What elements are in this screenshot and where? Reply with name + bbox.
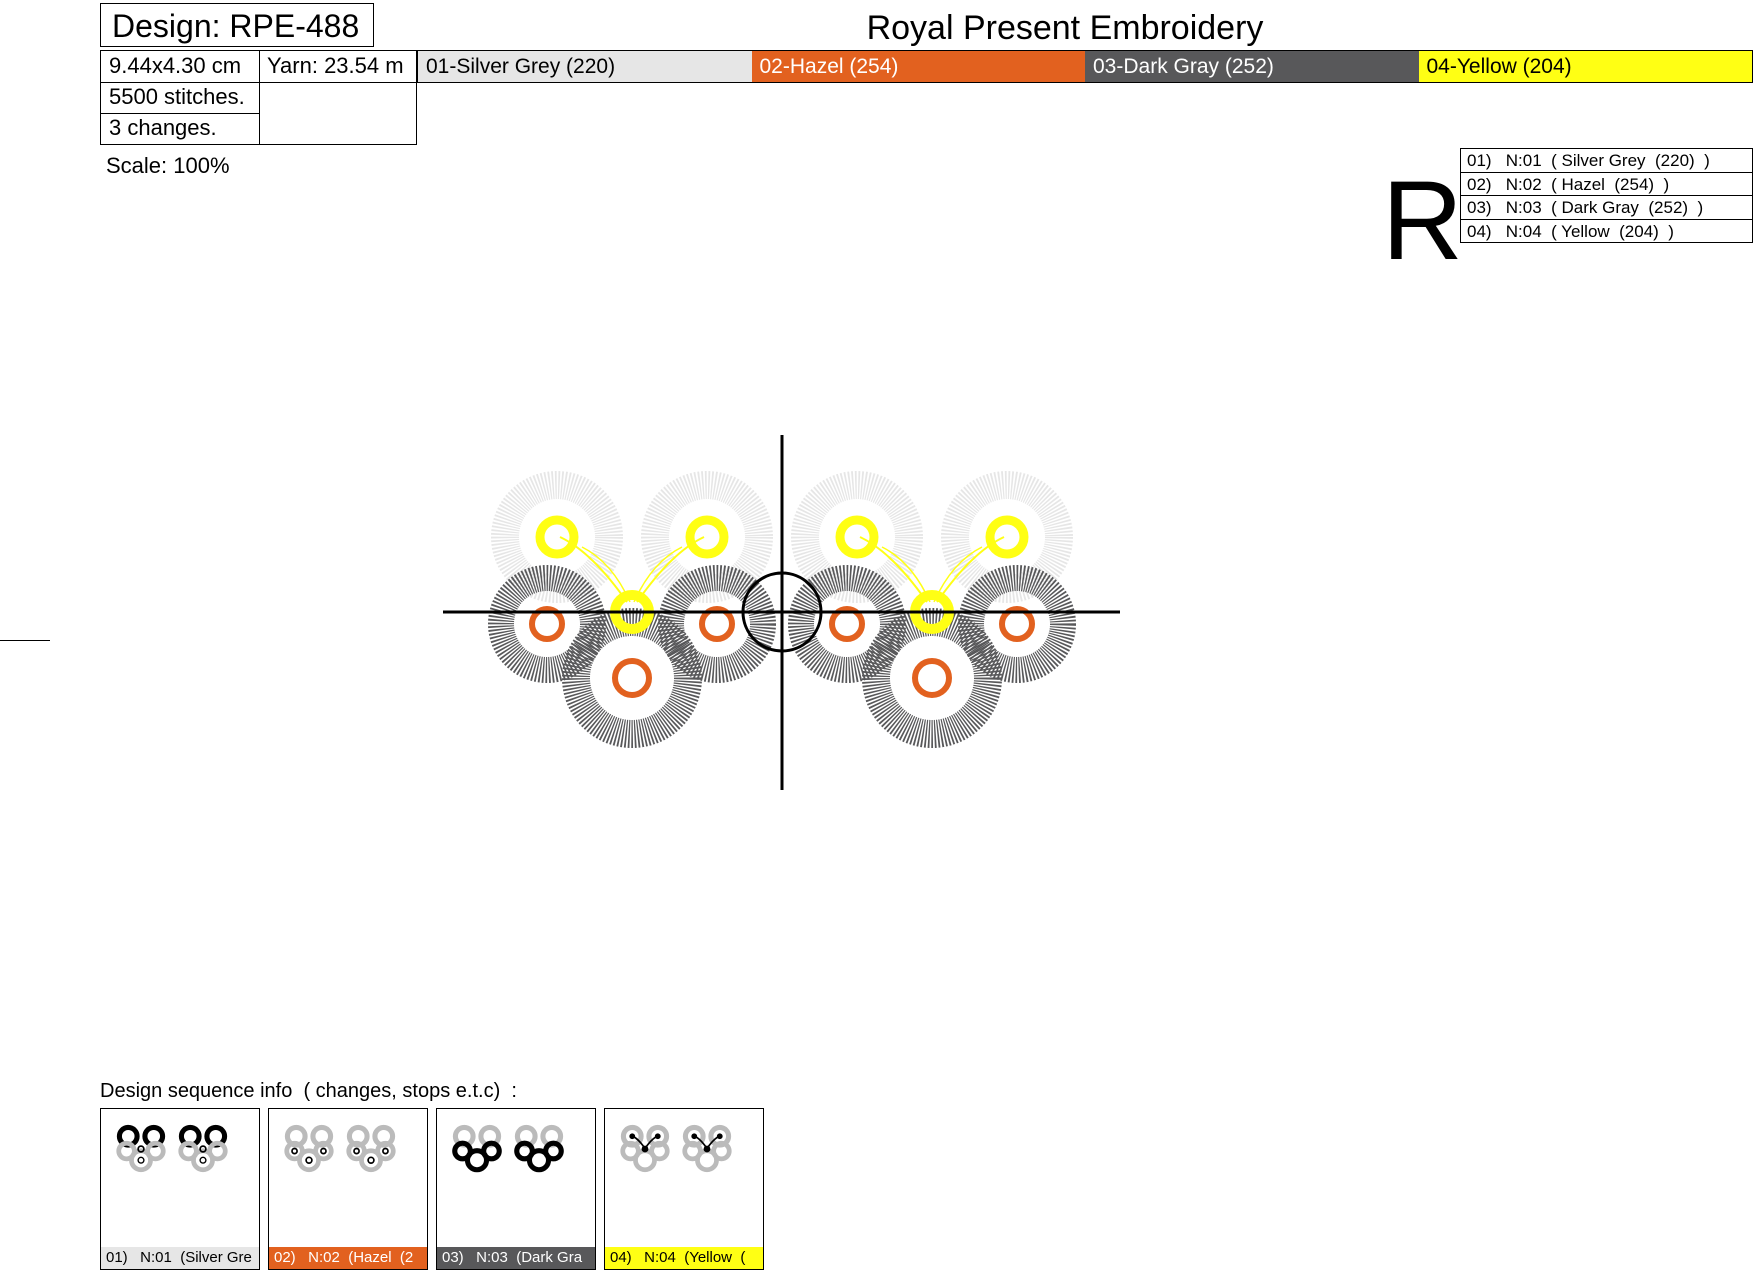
- thread-legend: 01) N:01 ( Silver Grey (220) ) 02) N:02 …: [1460, 148, 1753, 243]
- sequence-step-1: 01) N:01 (Silver Gre: [100, 1108, 260, 1270]
- sequence-step-2: 02) N:02 (Hazel (2: [268, 1108, 428, 1270]
- legend-letter: R: [1382, 158, 1463, 283]
- brand-title: Royal Present Embroidery: [866, 9, 1264, 47]
- step-3-preview: [452, 1124, 564, 1173]
- butterfly-left: [501, 485, 763, 734]
- yarn-length: Yarn: 23.54 m: [267, 53, 404, 78]
- step-4-caption: 04) N:04 (Yellow (: [605, 1247, 763, 1269]
- color-swatch-yellow: 04-Yellow (204): [1418, 51, 1752, 82]
- sequence-step-3: 03) N:03 (Dark Gra: [436, 1108, 596, 1270]
- scale-label: Scale: 100%: [106, 153, 230, 178]
- legend-row: 03) N:03 ( Dark Gray (252) ): [1461, 196, 1752, 220]
- margin-tick: [0, 640, 50, 641]
- design-size: 9.44x4.30 cm: [109, 53, 242, 78]
- legend-row: 04) N:04 ( Yellow (204) ): [1467, 221, 1674, 241]
- table-divider: [101, 113, 259, 114]
- color-swatch-hazel: 02-Hazel (254): [751, 51, 1085, 82]
- stitch-count: 5500 stitches.: [109, 84, 245, 109]
- color-changes: 3 changes.: [109, 115, 217, 140]
- step-2-preview: [284, 1124, 396, 1173]
- color-swatch-silver-grey: 01-Silver Grey (220): [418, 51, 752, 82]
- step-1-preview: [116, 1124, 228, 1173]
- sequence-info-title: Design sequence info ( changes, stops e.…: [100, 1080, 517, 1102]
- sequence-step-4: 04) N:04 (Yellow (: [604, 1108, 764, 1270]
- design-info-table: 9.44x4.30 cm Yarn: 23.54 m 5500 stitches…: [100, 50, 417, 145]
- step-2-caption: 02) N:02 (Hazel (2: [269, 1247, 427, 1269]
- embroidery-design-preview: [443, 435, 1120, 790]
- legend-row: 02) N:02 ( Hazel (254) ): [1461, 173, 1752, 196]
- legend-row: 01) N:01 ( Silver Grey (220) ): [1461, 149, 1752, 173]
- design-title: Design: RPE-488: [100, 3, 374, 47]
- step-1-caption: 01) N:01 (Silver Gre: [101, 1247, 259, 1269]
- butterfly-right: [801, 485, 1063, 734]
- color-swatch-bar: 01-Silver Grey (220) 02-Hazel (254) 03-D…: [417, 50, 1753, 83]
- step-4-preview: [620, 1124, 732, 1173]
- table-divider: [259, 51, 260, 144]
- step-3-caption: 03) N:03 (Dark Gra: [437, 1247, 595, 1269]
- color-swatch-dark-gray: 03-Dark Gray (252): [1085, 51, 1419, 82]
